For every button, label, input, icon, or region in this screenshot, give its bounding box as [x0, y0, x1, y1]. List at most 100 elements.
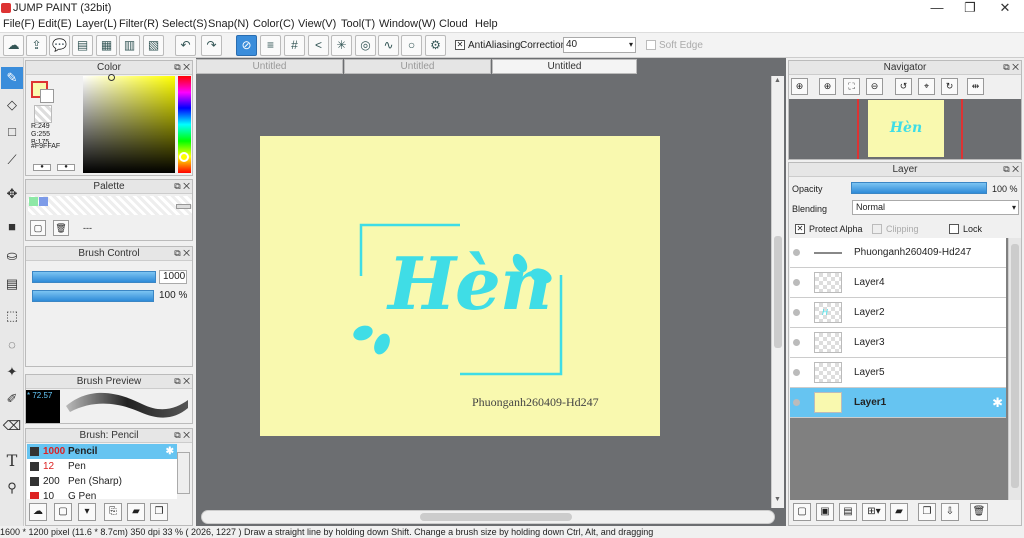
soft-edge-checkbox[interactable] [646, 40, 656, 50]
cloud-icon[interactable]: ☁ [3, 35, 24, 56]
gear-icon[interactable]: ✱ [166, 444, 174, 459]
new-brush-icon[interactable]: ▢ [54, 503, 72, 521]
visibility-icon[interactable] [793, 339, 800, 346]
brush-item-pen-sharp[interactable]: 200 Pen (Sharp) [27, 474, 177, 489]
panel-close-icon[interactable]: ⧉ ✕ [174, 62, 190, 73]
rect-select-icon[interactable]: ⬚ [1, 305, 23, 327]
brush-menu-icon[interactable]: ▾ [78, 503, 96, 521]
protect-alpha-checkbox[interactable]: ✕ [795, 224, 805, 234]
panel-close-icon[interactable]: ⧉ ✕ [174, 248, 190, 259]
new-vector-layer-icon[interactable]: ▤ [839, 503, 857, 521]
pen-tool-icon[interactable]: ✎ [1, 67, 23, 89]
reset-rotation-icon[interactable]: ⌖ [918, 78, 935, 95]
layer-row[interactable]: Layer5 [790, 358, 1006, 388]
antialiasing-checkbox[interactable]: ✕ [455, 40, 465, 50]
ellipse-icon[interactable]: ○ [401, 35, 422, 56]
layer-row[interactable]: Phuonganh260409-Hd247 [790, 238, 1006, 268]
panel-close-icon[interactable]: ⧉ ✕ [174, 376, 190, 387]
magic-wand-icon[interactable]: ✦ [1, 361, 23, 383]
saturation-value-square[interactable] [83, 76, 175, 173]
vertical-scrollbar[interactable]: ▲ ▼ [771, 76, 784, 508]
eraser-tool-icon[interactable]: ◇ [1, 94, 23, 116]
brush-item-g-pen[interactable]: 10 G Pen [27, 489, 177, 499]
document-icon[interactable]: ▥ [119, 35, 140, 56]
share-icon[interactable]: ⇪ [26, 35, 47, 56]
flip-icon[interactable]: ⇹ [967, 78, 984, 95]
blending-select[interactable]: Normal ▾ [852, 200, 1019, 215]
tab-untitled-1[interactable]: Untitled [196, 59, 343, 74]
menu-layer[interactable]: Layer(L) [76, 18, 117, 30]
bucket-tool-icon[interactable]: ⛀ [1, 245, 23, 267]
new-layer-icon[interactable]: ▢ [793, 503, 811, 521]
eyedropper-icon[interactable]: ⚲ [1, 477, 23, 499]
select-eraser-icon[interactable]: ⌫ [1, 415, 23, 437]
zoom-in-icon[interactable]: ⊕ [819, 78, 836, 95]
zoom-out-icon[interactable]: ⊖ [866, 78, 883, 95]
menu-select[interactable]: Select(S) [162, 18, 207, 30]
menu-filter[interactable]: Filter(R) [119, 18, 159, 30]
brush-item-pencil[interactable]: 1000 Pencil ✱ [27, 444, 177, 459]
curve-icon[interactable]: ∿ [378, 35, 399, 56]
perspective-icon[interactable]: < [308, 35, 329, 56]
clipping-checkbox[interactable] [872, 224, 882, 234]
fit-view-icon[interactable]: ⛶ [843, 78, 860, 95]
rectangle-fill-icon[interactable]: ■ [1, 216, 23, 238]
text-box-icon[interactable]: ▤ [72, 35, 93, 56]
brush-size-value[interactable]: 1000 [159, 270, 187, 284]
menu-cloud[interactable]: Cloud [439, 18, 468, 30]
lock-checkbox[interactable] [949, 224, 959, 234]
page-icon[interactable]: ▦ [96, 35, 117, 56]
layer-row[interactable]: Layer4 [790, 268, 1006, 298]
menu-tool[interactable]: Tool(T) [341, 18, 375, 30]
secondary-color-swatch[interactable] [40, 89, 54, 103]
trash-icon[interactable]: 🗑 [53, 220, 69, 236]
brush-duplicate-icon[interactable]: ❐ [150, 503, 168, 521]
menu-help[interactable]: Help [475, 18, 498, 30]
menu-window[interactable]: Window(W) [379, 18, 436, 30]
text-tool-icon[interactable]: T [1, 450, 23, 472]
color-picker-cursor[interactable] [108, 74, 115, 81]
grid-icon[interactable]: ▧ [143, 35, 164, 56]
visibility-icon[interactable] [793, 249, 800, 256]
duplicate-layer-icon[interactable]: ❐ [918, 503, 936, 521]
snap-settings-icon[interactable]: ⚙ [425, 35, 446, 56]
navigator-preview[interactable]: Hèn [789, 99, 1021, 159]
shape-tool-icon[interactable]: □ [1, 121, 23, 143]
rotate-right-icon[interactable]: ↻ [941, 78, 958, 95]
horizontal-scroll-thumb[interactable] [420, 513, 572, 521]
snap-off-icon[interactable]: ⊘ [236, 35, 257, 56]
color-mode-button-2[interactable]: ● [57, 164, 75, 171]
visibility-icon[interactable] [793, 399, 800, 406]
menu-snap[interactable]: Snap(N) [208, 18, 249, 30]
maximize-icon[interactable]: ❐ [953, 0, 987, 17]
layer-row[interactable]: H Layer2 [790, 298, 1006, 328]
panel-close-icon[interactable]: ⧉ ✕ [1003, 62, 1019, 73]
delete-layer-icon[interactable]: 🗑 [970, 503, 988, 521]
brush-size-slider[interactable] [32, 271, 156, 283]
new-palette-icon[interactable]: ▢ [30, 220, 46, 236]
artwork-canvas[interactable]: Hèn Phuonganh260409-Hd247 [260, 136, 660, 436]
layer-folder-icon[interactable]: ▰ [890, 503, 908, 521]
vertical-scroll-thumb[interactable] [774, 236, 782, 348]
menu-color[interactable]: Color(C) [253, 18, 295, 30]
brush-cloud-icon[interactable]: ☁ [29, 503, 47, 521]
panel-close-icon[interactable]: ⧉ ✕ [1003, 164, 1019, 175]
layer-scroll-thumb[interactable] [1011, 244, 1019, 488]
brush-opacity-slider[interactable] [32, 290, 154, 302]
line-tool-icon[interactable]: ⟋ [1, 149, 23, 171]
correction-select[interactable]: 40 ▾ [563, 37, 636, 53]
brush-folder-icon[interactable]: ▰ [127, 503, 145, 521]
layer-row[interactable]: Layer3 [790, 328, 1006, 358]
gear-icon[interactable]: ✱ [992, 395, 1003, 411]
minimize-icon[interactable]: — [920, 0, 954, 17]
panel-close-icon[interactable]: ⧉ ✕ [174, 430, 190, 441]
concentric-icon[interactable]: ◎ [355, 35, 376, 56]
move-tool-icon[interactable]: ✥ [1, 183, 23, 205]
menu-view[interactable]: View(V) [298, 18, 336, 30]
radial-lines-icon[interactable]: ✳ [331, 35, 352, 56]
brush-item-pen[interactable]: 12 Pen [27, 459, 177, 474]
palette-swatch-area[interactable] [28, 196, 192, 215]
palette-scrollbar[interactable] [176, 204, 191, 209]
zoom-icon[interactable]: ⊕ [791, 78, 808, 95]
scroll-up-icon[interactable]: ▲ [774, 77, 781, 84]
